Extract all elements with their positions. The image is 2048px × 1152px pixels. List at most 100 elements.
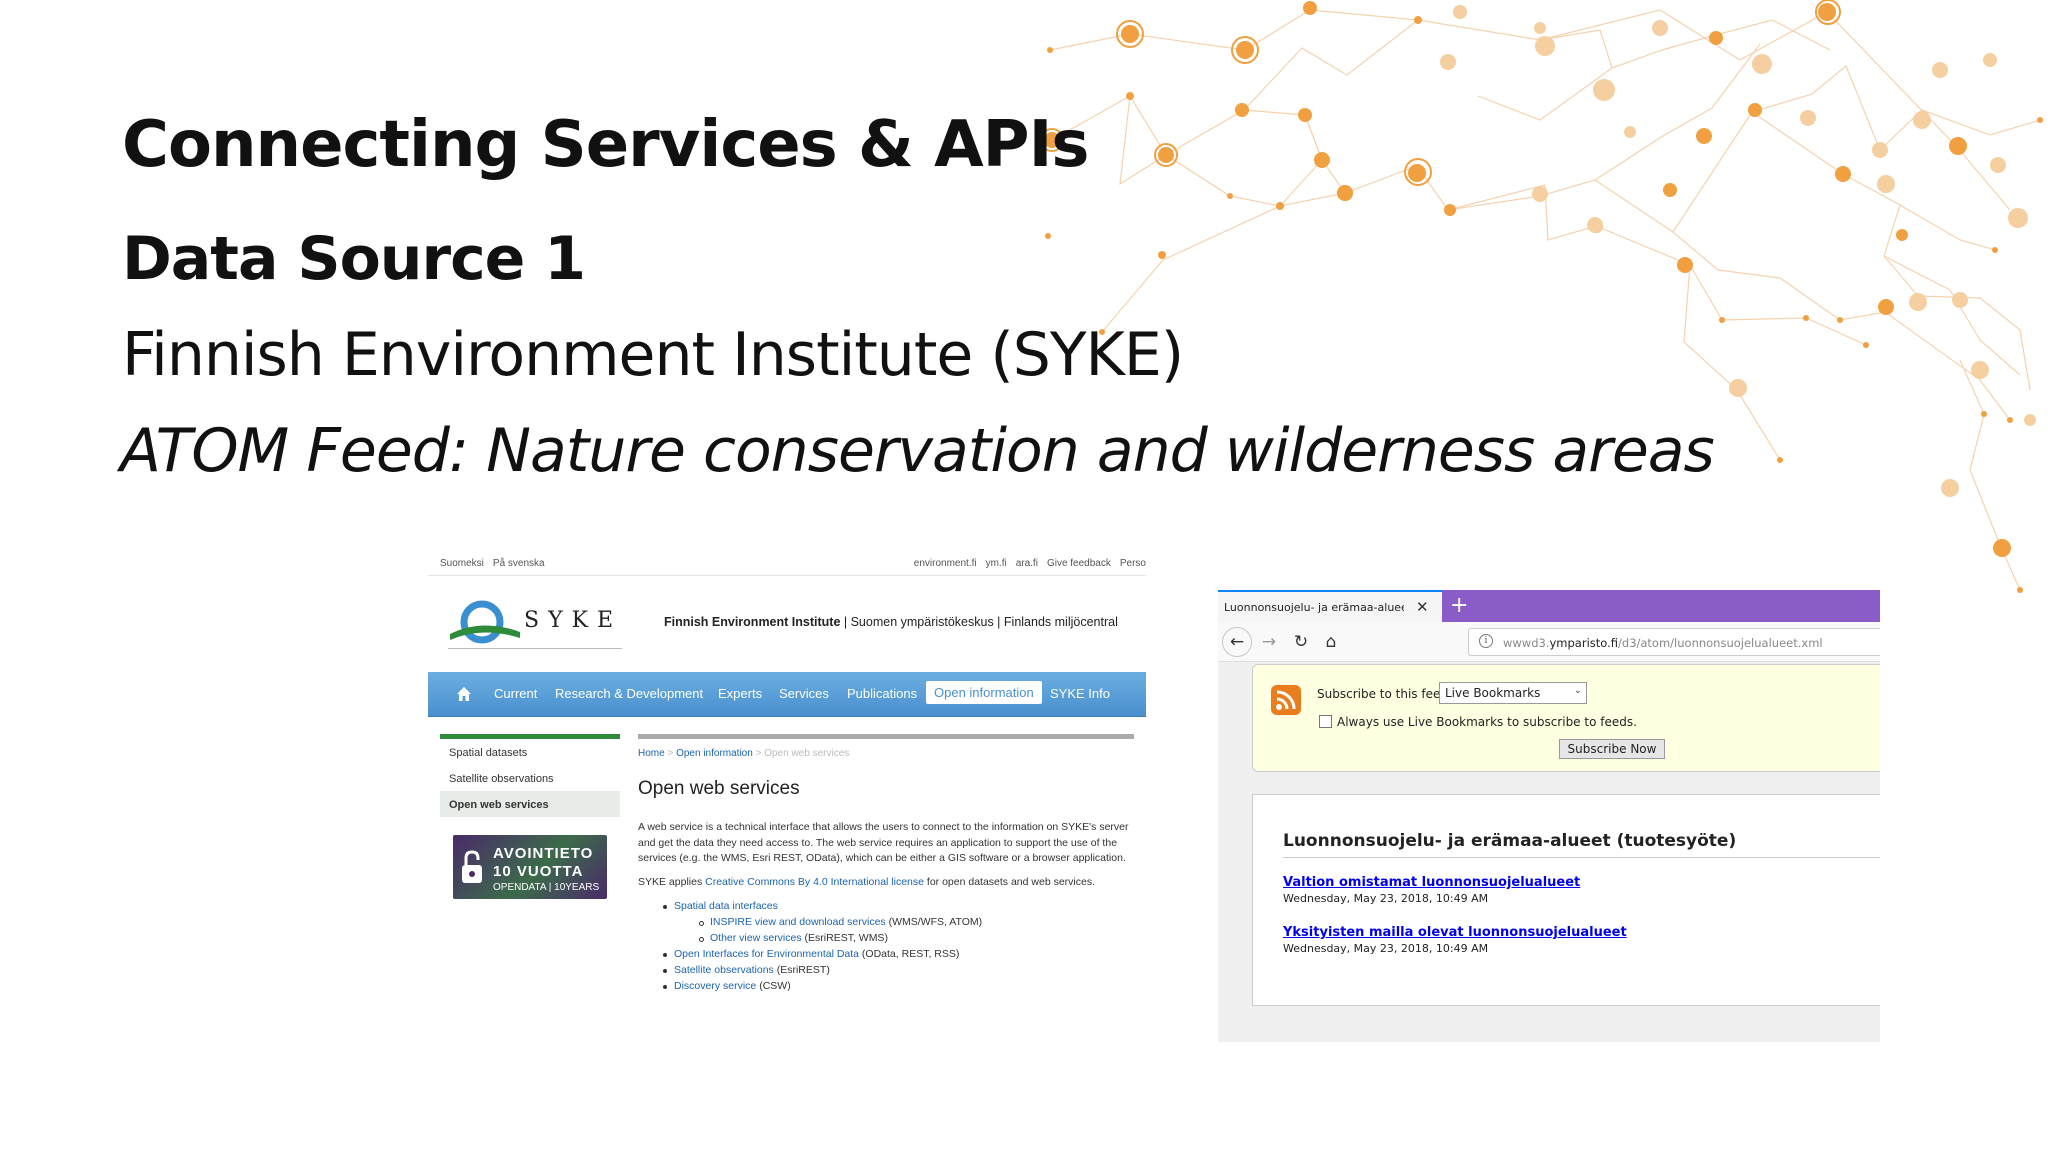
- always-use-label: Always use Live Bookmarks to subscribe t…: [1337, 715, 1637, 729]
- list-item-detail: (EsriREST, WMS): [801, 931, 888, 944]
- list-item: Other view services (EsriREST, WMS): [638, 932, 1134, 948]
- feed-entry-link[interactable]: Yksityisten mailla olevat luonnonsuojelu…: [1283, 925, 1627, 940]
- list-item: Open Interfaces for Environmental Data (…: [638, 948, 1134, 964]
- intro-paragraph: A web service is a technical interface t…: [638, 821, 1129, 864]
- link-environment-fi[interactable]: environment.fi: [914, 558, 977, 569]
- syke-tagline: Finnish Environment Institute | Suomen y…: [664, 615, 1118, 629]
- breadcrumb-open-information[interactable]: Open information: [676, 748, 753, 759]
- content-top-rule: [638, 734, 1134, 739]
- slide-title: Connecting Services & APIs: [122, 108, 1089, 182]
- external-links: environment.fi ym.fi ara.fi Give feedback Pe…: [914, 558, 1146, 569]
- link-spatial-data-interfaces[interactable]: Spatial data interfaces: [674, 900, 778, 912]
- license-link[interactable]: Creative Commons By 4.0 International li…: [705, 876, 924, 888]
- syke-main-content: Home > Open information > Open web servi…: [638, 734, 1134, 996]
- feed-entry-date: Wednesday, May 23, 2018, 10:49 AM: [1283, 892, 1489, 905]
- list-item: Satellite observations (EsriREST): [638, 964, 1134, 980]
- list-item: Discovery service (CSW): [638, 980, 1134, 996]
- nav-experts[interactable]: Experts: [718, 686, 762, 701]
- open-data-banner[interactable]: AVOINTIETO 10 VUOTTA OPENDATA | 10YEARS: [453, 835, 607, 899]
- breadcrumb-home[interactable]: Home: [638, 748, 665, 759]
- feed-entry-date: Wednesday, May 23, 2018, 10:49 AM: [1283, 942, 1489, 955]
- page-title: Open web services: [638, 778, 800, 799]
- url-prefix: wwwd3.: [1503, 636, 1550, 650]
- subscribe-now-button[interactable]: Subscribe Now: [1559, 739, 1665, 759]
- forward-arrow-icon[interactable]: →: [1256, 630, 1282, 654]
- nav-current[interactable]: Current: [494, 686, 537, 701]
- tab-title: Luonnonsuojelu- ja erämaa-alueet: [1224, 601, 1404, 614]
- feed-entry-link[interactable]: Valtion omistamat luonnonsuojelualueet: [1283, 875, 1580, 890]
- list-item-detail: (WMS/WFS, ATOM): [885, 915, 983, 928]
- slide-subtitle: Data Source 1: [122, 224, 586, 294]
- always-use-checkbox[interactable]: [1319, 715, 1332, 728]
- breadcrumb-separator: >: [667, 748, 674, 759]
- nav-services[interactable]: Services: [779, 686, 829, 701]
- url-text: wwwd3.ymparisto.fi/d3/atom/luonnonsuojel…: [1503, 636, 1823, 650]
- syke-logo-text: SYKE: [524, 608, 623, 633]
- list-item: INSPIRE view and download services (WMS/…: [638, 916, 1134, 932]
- syke-website-screenshot: Suomeksi På svenska environment.fi ym.fi ar…: [428, 550, 1146, 1020]
- breadcrumb-current: Open web services: [764, 748, 850, 759]
- link-ara-fi[interactable]: ara.fi: [1016, 558, 1038, 569]
- syke-sidebar: Spatial datasets Satellite observations …: [440, 734, 620, 817]
- back-arrow-icon[interactable]: ←: [1222, 627, 1252, 657]
- feed-title: Luonnonsuojelu- ja erämaa-alueet (tuotes…: [1283, 831, 1737, 851]
- url-path: /d3/atom/luonnonsuojelualueet.xml: [1618, 636, 1823, 650]
- sidebar-item-spatial-datasets[interactable]: Spatial datasets: [440, 739, 620, 765]
- info-icon[interactable]: i: [1479, 634, 1493, 648]
- chevron-down-icon: ⌄: [1573, 685, 1582, 696]
- syke-main-nav: Current Research & Development Experts S…: [428, 672, 1146, 717]
- link-personal[interactable]: Perso: [1120, 558, 1146, 569]
- lock-icon: [462, 850, 482, 883]
- tagline-english: Finnish Environment Institute: [664, 615, 841, 629]
- logo-divider: [448, 648, 622, 649]
- link-open-interfaces[interactable]: Open Interfaces for Environmental Data: [674, 948, 859, 960]
- link-inspire-services[interactable]: INSPIRE view and download services: [710, 916, 886, 928]
- tab-close-icon[interactable]: ✕: [1416, 598, 1429, 616]
- banner-line-2: 10 VUOTTA: [493, 863, 584, 880]
- feed-body: Luonnonsuojelu- ja erämaa-alueet (tuotes…: [1252, 794, 1880, 1006]
- link-satellite-observations[interactable]: Satellite observations: [674, 964, 774, 976]
- banner-line-1: AVOINTIETO: [493, 845, 594, 862]
- navigation-toolbar: ← → ↻ ⌂ i wwwd3.ymparisto.fi/d3/atom/luo…: [1218, 622, 1880, 662]
- reload-icon[interactable]: ↻: [1288, 630, 1314, 654]
- tab-feed[interactable]: Luonnonsuojelu- ja erämaa-alueet ✕: [1218, 590, 1442, 622]
- link-give-feedback[interactable]: Give feedback: [1047, 558, 1111, 569]
- feed-title-divider: [1283, 857, 1880, 858]
- link-discovery-service[interactable]: Discovery service: [674, 980, 756, 992]
- breadcrumb-separator: >: [755, 748, 762, 759]
- link-ym-fi[interactable]: ym.fi: [986, 558, 1007, 569]
- feed-entry: Valtion omistamat luonnonsuojelualueet W…: [1283, 875, 1580, 905]
- organization-name: Finnish Environment Institute (SYKE): [122, 320, 1184, 390]
- url-bar[interactable]: i wwwd3.ymparisto.fi/d3/atom/luonnonsuoj…: [1468, 628, 1880, 656]
- lang-link-swedish[interactable]: På svenska: [493, 558, 545, 569]
- license-text-end: for open datasets and web services.: [923, 875, 1095, 888]
- language-links: Suomeksi På svenska: [440, 558, 554, 569]
- feed-reader-selected: Live Bookmarks: [1445, 686, 1541, 700]
- sidebar-item-open-web-services[interactable]: Open web services: [440, 791, 620, 817]
- home-icon[interactable]: ⌂: [1318, 630, 1344, 654]
- list-item: Spatial data interfaces: [638, 900, 1134, 916]
- syke-top-bar: Suomeksi På svenska environment.fi ym.fi ar…: [428, 550, 1146, 576]
- list-item-detail: (EsriREST): [773, 963, 830, 976]
- nav-open-information[interactable]: Open information: [926, 681, 1042, 704]
- new-tab-button[interactable]: +: [1450, 593, 1468, 618]
- tab-bar: Luonnonsuojelu- ja erämaa-alueet ✕ +: [1218, 590, 1880, 622]
- sidebar-item-satellite-observations[interactable]: Satellite observations: [440, 765, 620, 791]
- url-domain: ymparisto.fi: [1549, 636, 1619, 650]
- banner-line-3: OPENDATA | 10YEARS: [493, 882, 600, 893]
- feed-entry: Yksityisten mailla olevat luonnonsuojelu…: [1283, 925, 1627, 955]
- list-item-detail: (CSW): [756, 979, 791, 992]
- nav-publications[interactable]: Publications: [847, 686, 917, 701]
- license-text-start: SYKE applies: [638, 875, 706, 888]
- nav-syke-info[interactable]: SYKE Info: [1050, 686, 1110, 701]
- services-list: Spatial data interfaces INSPIRE view and…: [638, 900, 1134, 996]
- feed-reader-select[interactable]: Live Bookmarks ⌄: [1439, 682, 1587, 704]
- license-paragraph: SYKE applies Creative Commons By 4.0 Int…: [638, 876, 1134, 888]
- feed-description: ATOM Feed: Nature conservation and wilde…: [120, 416, 1715, 486]
- lang-link-finnish[interactable]: Suomeksi: [440, 558, 484, 569]
- home-icon[interactable]: [456, 686, 472, 702]
- tagline-other-languages: | Suomen ympäristökeskus | Finlands milj…: [840, 615, 1118, 629]
- nav-research-development[interactable]: Research & Development: [555, 686, 703, 701]
- list-item-detail: (OData, REST, RSS): [859, 947, 960, 960]
- link-other-view-services[interactable]: Other view services: [710, 932, 802, 944]
